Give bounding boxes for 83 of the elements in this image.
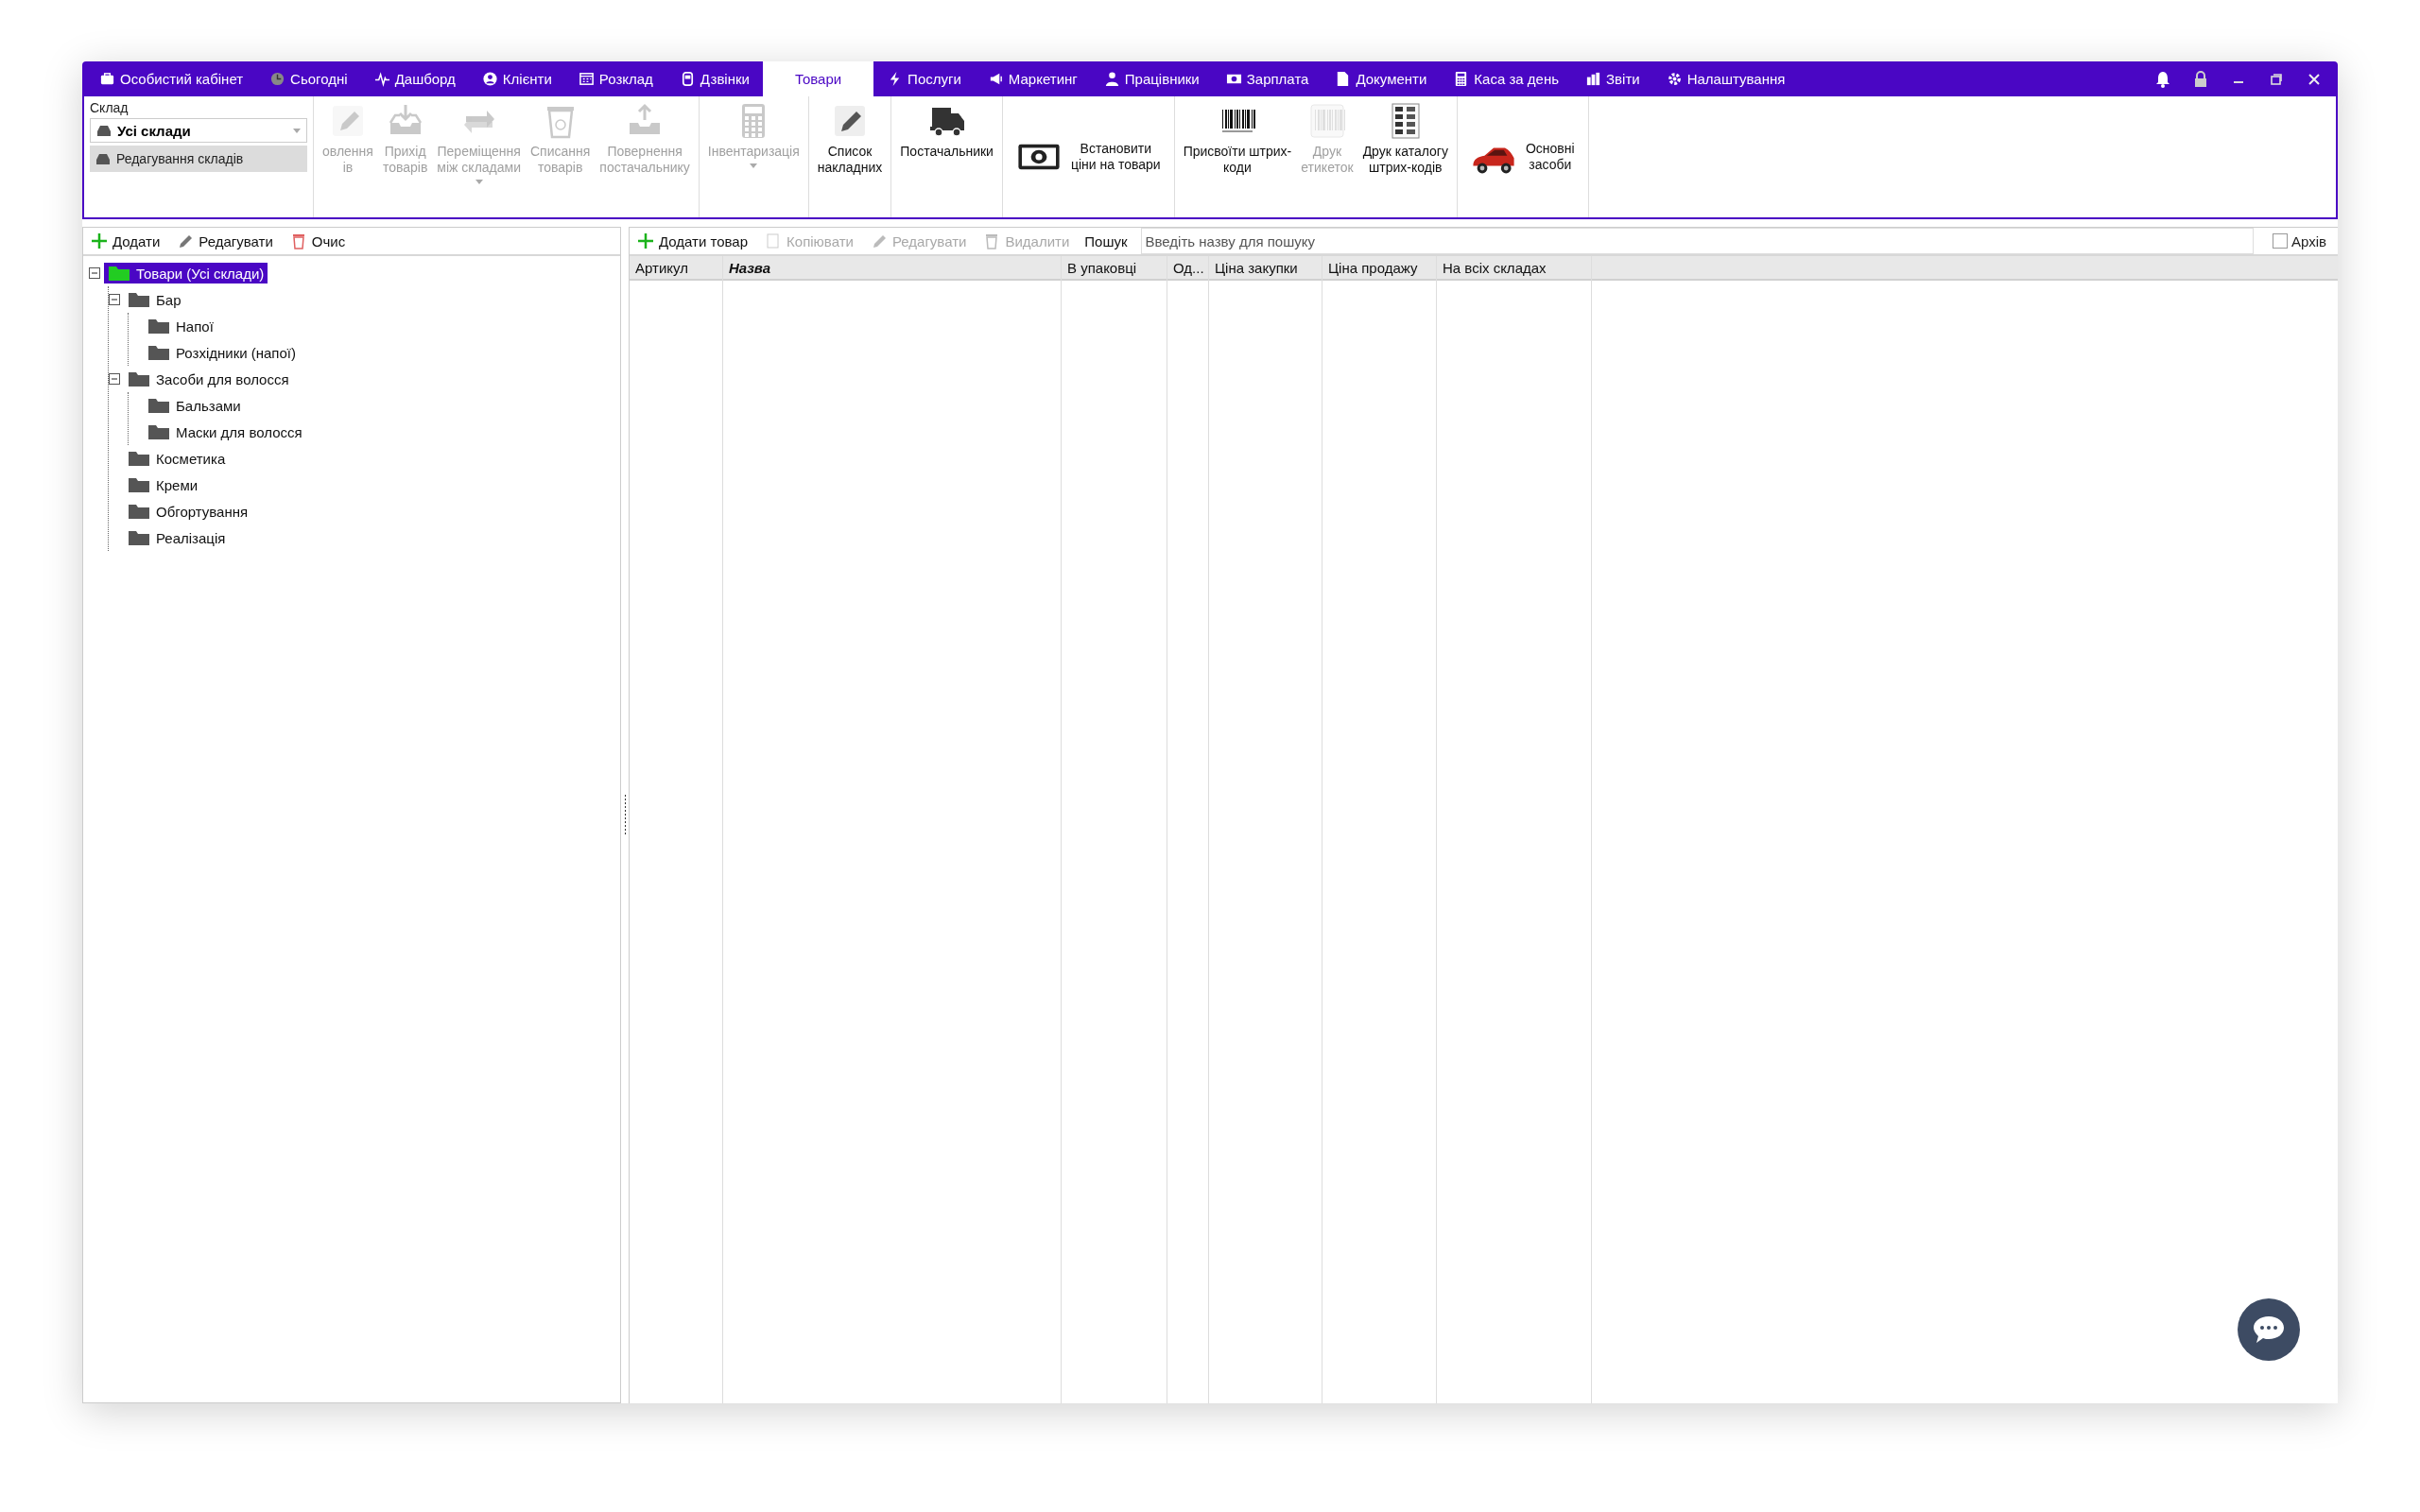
tree-item[interactable]: Маски для волосся: [144, 421, 306, 442]
tree-item[interactable]: Засоби для волосся: [124, 369, 293, 389]
menu-tab[interactable]: Товари: [762, 61, 874, 96]
folder-icon: [128, 503, 150, 520]
menu-tab[interactable]: Клієнти: [468, 61, 565, 96]
folder-icon: [128, 450, 150, 467]
briefcase-icon: [99, 71, 115, 87]
search-field[interactable]: Введіть назву для пошуку: [1140, 228, 2254, 254]
column-header[interactable]: На всіх складах: [1437, 256, 1591, 281]
folder-icon: [128, 476, 150, 493]
menu-tab[interactable]: Звіти: [1572, 61, 1653, 96]
menu-tab[interactable]: Сьогодні: [256, 61, 361, 96]
archive-checkbox[interactable]: Архів: [2267, 232, 2332, 250]
tree-item[interactable]: Напої: [144, 316, 217, 336]
tree-item[interactable]: Бар: [124, 289, 185, 310]
toolbar-button[interactable]: Список накладних: [812, 96, 888, 217]
column-header[interactable]: Артикул: [630, 256, 722, 281]
tree-item[interactable]: Бальзами: [144, 395, 245, 416]
folder-icon: [147, 318, 170, 335]
column-header[interactable]: Ціна закупки: [1209, 256, 1322, 281]
collapse-icon[interactable]: [89, 267, 100, 279]
speech-bubble-icon: [2252, 1314, 2286, 1345]
tree-toolbar-button[interactable]: Очис: [287, 232, 348, 249]
menu-tab[interactable]: Працівники: [1090, 61, 1213, 96]
menu-tab[interactable]: Каса за день: [1440, 61, 1573, 96]
search-label: Пошук: [1084, 232, 1128, 249]
menu-tab[interactable]: Дашборд: [360, 61, 469, 96]
pulse-icon: [373, 71, 390, 87]
user-circle-icon: [481, 71, 498, 87]
column-header[interactable]: Од...: [1167, 256, 1208, 281]
toolbar-button[interactable]: Встановити ціни на товари: [1006, 96, 1170, 217]
tree-item[interactable]: Товари (Усі склади): [104, 263, 268, 284]
pencil-icon: [177, 232, 195, 249]
tree-item[interactable]: Обгортування: [124, 501, 252, 522]
menu-tab[interactable]: Документи: [1322, 61, 1441, 96]
folder-icon: [128, 291, 150, 308]
folder-icon: [108, 265, 130, 282]
tree-item[interactable]: Косметика: [124, 448, 230, 469]
column-header[interactable]: Назва: [723, 256, 1061, 281]
menu-tab[interactable]: Дзвінки: [666, 61, 763, 96]
tray-icon: [96, 124, 112, 137]
product-toolbar-button[interactable]: Додати товар: [635, 232, 751, 249]
column-header[interactable]: В упаковці: [1062, 256, 1167, 281]
caret-icon: [293, 128, 301, 133]
toolbar-button[interactable]: Присвоїти штрих- коди: [1178, 96, 1297, 217]
folder-icon: [147, 344, 170, 361]
splitter-grip-icon[interactable]: [623, 794, 627, 836]
person-icon: [1103, 71, 1120, 87]
barcode-icon: [1307, 102, 1346, 140]
warehouse-dropdown[interactable]: Усі склади: [90, 118, 307, 143]
tree-item[interactable]: Розхідники (напої): [144, 342, 300, 363]
toolbar-button[interactable]: Основні засоби: [1461, 96, 1584, 217]
folder-icon: [147, 397, 170, 414]
toolbar-button[interactable]: Постачальники: [895, 96, 998, 217]
folder-icon: [128, 370, 150, 387]
menu-tab[interactable]: Зарплата: [1212, 61, 1322, 96]
warehouse-label: Склад: [90, 100, 130, 115]
toolbar-button[interactable]: Друк каталогу штрих-кодів: [1357, 96, 1453, 217]
tree-toolbar-button[interactable]: Додати: [89, 232, 163, 249]
clock-icon: [269, 71, 286, 87]
collapse-icon[interactable]: [109, 373, 120, 385]
column-header[interactable]: Ціна продажу: [1322, 256, 1436, 281]
plus-icon: [637, 232, 654, 249]
tree-item[interactable]: Креми: [124, 474, 202, 495]
bar-chart-icon: [1585, 71, 1602, 87]
lock-icon[interactable]: [2192, 70, 2209, 88]
tree-item[interactable]: Реалізація: [124, 527, 230, 548]
menu-tab[interactable]: Налаштування: [1652, 61, 1799, 96]
plus-icon: [91, 232, 108, 249]
folder-icon: [147, 423, 170, 440]
edit-warehouses-button[interactable]: Редагування складів: [90, 146, 307, 172]
bell-icon[interactable]: [2154, 70, 2171, 88]
calendar-icon: [578, 71, 595, 87]
menu-tab[interactable]: Послуги: [873, 61, 975, 96]
menu-tab[interactable]: Маркетинг: [974, 61, 1091, 96]
menu-tab[interactable]: Особистий кабінет: [86, 61, 257, 96]
tray-icon: [95, 152, 111, 165]
menu-tab[interactable]: Розклад: [564, 61, 666, 96]
collapse-icon[interactable]: [109, 294, 120, 305]
caret-icon: [475, 180, 483, 184]
folder-icon: [128, 529, 150, 546]
caret-icon: [750, 163, 758, 168]
tree-toolbar-button[interactable]: Редагувати: [175, 232, 275, 249]
